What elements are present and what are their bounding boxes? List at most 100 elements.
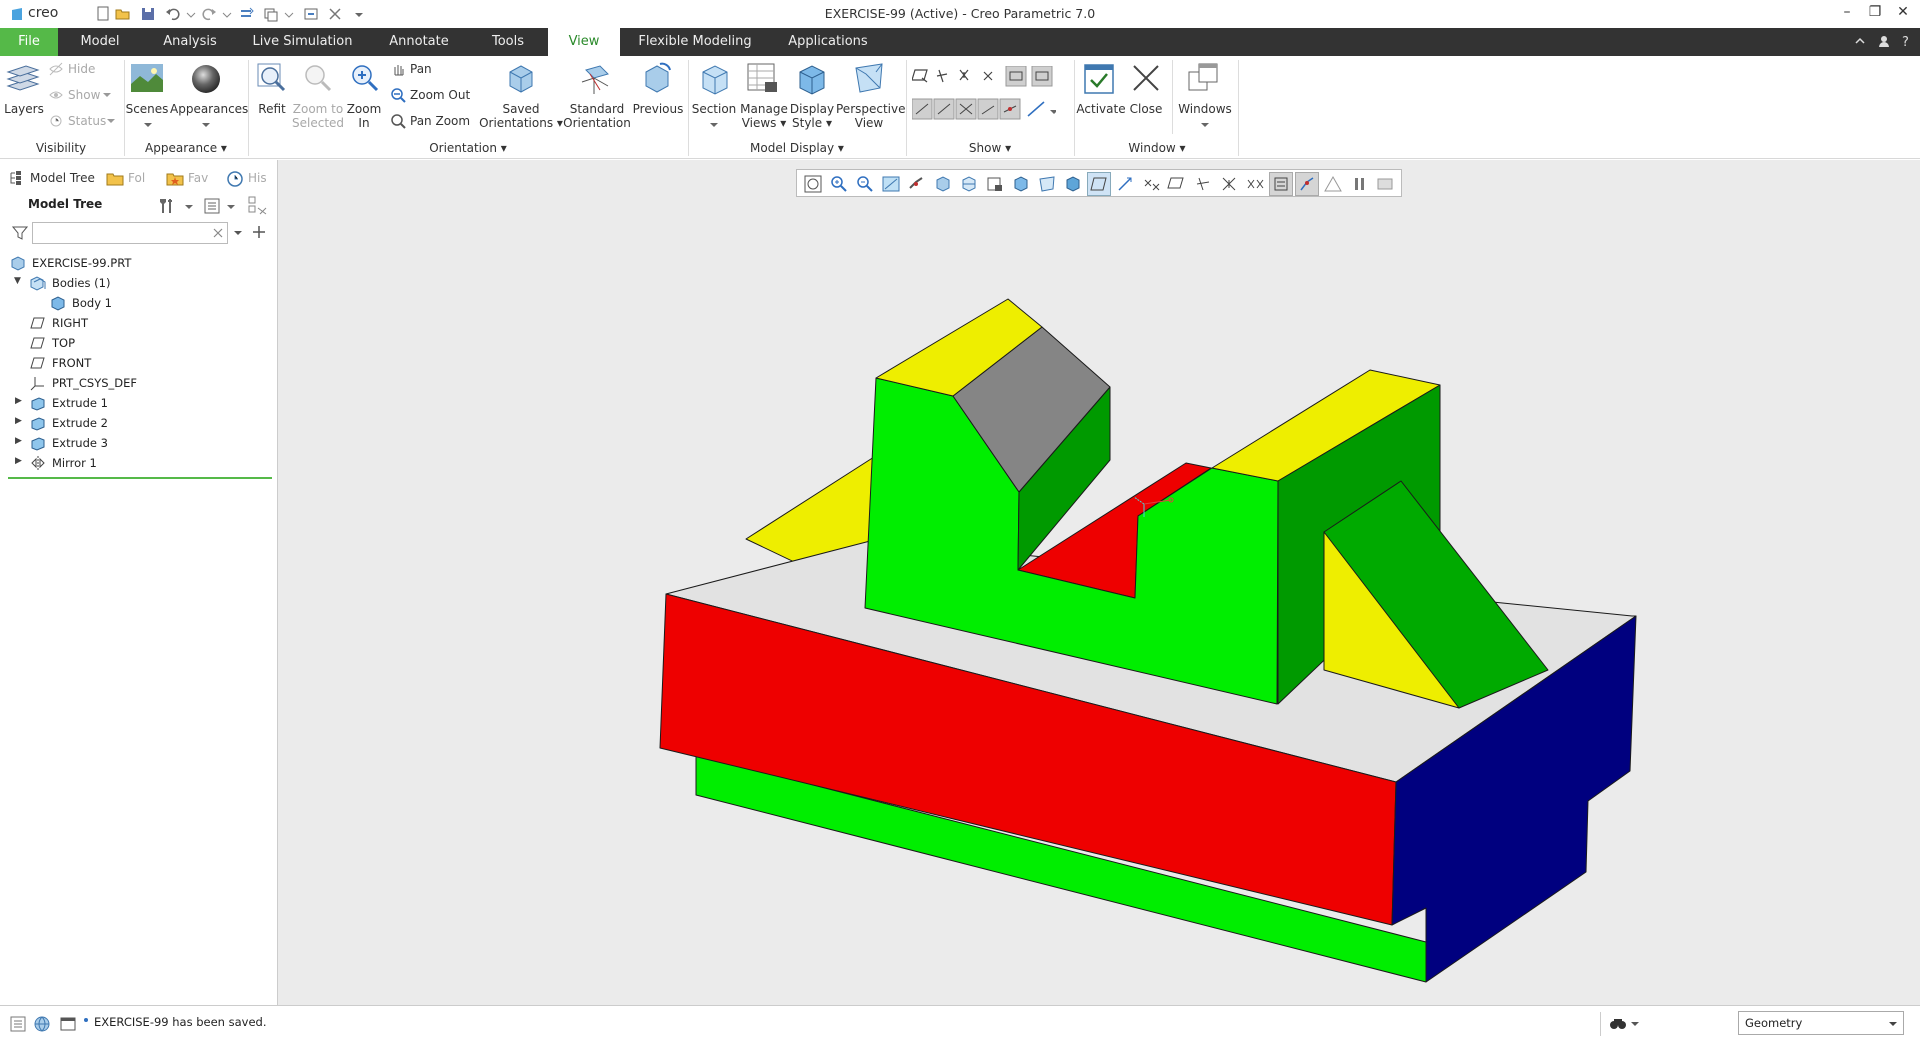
- user-icon[interactable]: [1876, 33, 1892, 49]
- close-icon[interactable]: [1130, 62, 1164, 96]
- pan-zoom-icon[interactable]: [390, 113, 406, 129]
- tree-item[interactable]: Extrude 3: [52, 434, 108, 452]
- layers-icon[interactable]: [6, 62, 40, 96]
- expand-toggle-icon[interactable]: ▶: [15, 436, 22, 446]
- tree-item[interactable]: RIGHT: [52, 314, 88, 332]
- perspective-view-label[interactable]: Perspective View: [836, 102, 906, 130]
- tab-file[interactable]: File: [0, 28, 58, 56]
- full-screen-icon[interactable]: [59, 1015, 77, 1033]
- settings-icon[interactable]: [158, 196, 178, 216]
- perspective-view-icon[interactable]: [852, 60, 886, 98]
- show-group-label[interactable]: Show ▾: [908, 141, 1072, 155]
- clear-search-icon[interactable]: [212, 227, 224, 239]
- model-display-group-label[interactable]: Model Display ▾: [690, 141, 904, 155]
- show-icon[interactable]: [48, 87, 64, 103]
- tab-analysis[interactable]: Analysis: [155, 28, 225, 56]
- saved-orientations-icon[interactable]: [504, 60, 538, 98]
- tab-flexible-modeling[interactable]: Flexible Modeling: [630, 28, 760, 56]
- previous-icon[interactable]: [640, 60, 674, 98]
- refit-label[interactable]: Refit: [252, 102, 292, 116]
- appearances-dropdown-icon[interactable]: [201, 120, 211, 130]
- zoom-in-label[interactable]: Zoom In: [344, 102, 384, 130]
- manage-views-label[interactable]: Manage Views ▾: [738, 102, 790, 130]
- section-label[interactable]: Section: [690, 102, 738, 116]
- tree-item[interactable]: Body 1: [72, 294, 112, 312]
- filter-icon[interactable]: [12, 225, 28, 241]
- show-dropdown-icon[interactable]: [102, 90, 112, 100]
- tab-annotate[interactable]: Annotate: [380, 28, 458, 56]
- appearances-label[interactable]: Appearances: [170, 102, 248, 116]
- refit-icon[interactable]: [256, 62, 288, 96]
- tab-applications[interactable]: Applications: [780, 28, 876, 56]
- show-list-icon[interactable]: [202, 196, 222, 216]
- expand-toggle-icon[interactable]: ▶: [15, 456, 22, 466]
- window-group-label[interactable]: Window ▾: [1076, 141, 1238, 155]
- tree-item[interactable]: PRT_CSYS_DEF: [52, 374, 137, 392]
- orientation-group-label[interactable]: Orientation ▾: [250, 141, 686, 155]
- tab-model[interactable]: Model: [70, 28, 130, 56]
- scenes-dropdown-icon[interactable]: [143, 120, 153, 130]
- navigator-toggle-icon[interactable]: [9, 1015, 27, 1033]
- pan-icon[interactable]: [390, 61, 406, 77]
- zoom-in-icon[interactable]: [349, 62, 381, 96]
- settings-dropdown-icon[interactable]: [184, 202, 194, 212]
- tab-view[interactable]: View: [548, 28, 620, 56]
- selection-filter-dropdown[interactable]: Geometry: [1738, 1011, 1904, 1035]
- section-dropdown-icon[interactable]: [709, 120, 719, 130]
- search-dropdown-icon[interactable]: [233, 228, 243, 238]
- tree-columns-icon[interactable]: [246, 194, 270, 218]
- pan-label[interactable]: Pan: [410, 62, 432, 76]
- model-tree-tab-icon[interactable]: [8, 170, 24, 186]
- tree-item[interactable]: FRONT: [52, 354, 91, 372]
- tab-live-simulation[interactable]: Live Simulation: [250, 28, 355, 56]
- tree-item[interactable]: EXERCISE-99.PRT: [32, 254, 131, 272]
- tab-folder-browser[interactable]: Fol: [128, 168, 145, 188]
- scenes-label[interactable]: Scenes: [124, 102, 170, 116]
- saved-orientations-label[interactable]: Saved Orientations ▾: [478, 102, 564, 130]
- 3d-model-render[interactable]: [278, 160, 1920, 1005]
- tab-favorites[interactable]: Fav: [188, 168, 208, 188]
- windows-label[interactable]: Windows: [1174, 102, 1236, 116]
- find-dropdown-icon[interactable]: [1630, 1019, 1640, 1029]
- hide-icon[interactable]: [48, 61, 64, 77]
- show-list-dropdown-icon[interactable]: [226, 202, 236, 212]
- zoom-to-selected-label[interactable]: Zoom to Selected: [292, 102, 344, 130]
- tree-item[interactable]: Extrude 2: [52, 414, 108, 432]
- close-button[interactable]: ✕: [1892, 4, 1914, 24]
- restore-button[interactable]: ❐: [1864, 4, 1886, 24]
- activate-label[interactable]: Activate: [1074, 102, 1128, 116]
- insert-here-marker[interactable]: [8, 477, 272, 479]
- history-tab-icon[interactable]: [226, 170, 244, 188]
- windows-dropdown-icon[interactable]: [1200, 120, 1210, 130]
- tree-item[interactable]: TOP: [52, 334, 75, 352]
- minimize-button[interactable]: –: [1836, 4, 1858, 24]
- tab-tools[interactable]: Tools: [482, 28, 534, 56]
- expand-toggle-icon[interactable]: ▶: [15, 396, 22, 406]
- windows-icon-large[interactable]: [1187, 62, 1221, 96]
- help-icon[interactable]: ?: [1898, 33, 1914, 49]
- tab-history[interactable]: His: [248, 168, 267, 188]
- close-label[interactable]: Close: [1124, 102, 1168, 116]
- display-style-icon[interactable]: [794, 60, 828, 98]
- zoom-out-label[interactable]: Zoom Out: [410, 88, 470, 102]
- status-icon[interactable]: [48, 113, 64, 129]
- pan-zoom-label[interactable]: Pan Zoom: [410, 114, 470, 128]
- find-icon[interactable]: [1608, 1015, 1628, 1033]
- minimize-ribbon-icon[interactable]: [1852, 33, 1868, 49]
- layers-label[interactable]: Layers: [4, 102, 44, 116]
- status-label[interactable]: Status: [68, 114, 106, 128]
- activate-icon[interactable]: [1083, 62, 1117, 96]
- standard-orientation-icon[interactable]: [578, 60, 612, 98]
- status-dropdown-icon[interactable]: [106, 116, 116, 126]
- previous-label[interactable]: Previous: [632, 102, 684, 116]
- scenes-icon[interactable]: [130, 62, 164, 96]
- search-input[interactable]: [32, 222, 228, 244]
- manage-views-icon[interactable]: [745, 60, 779, 98]
- browser-toggle-icon[interactable]: [33, 1015, 51, 1033]
- appearance-group-label[interactable]: Appearance ▾: [126, 141, 246, 155]
- graphics-window[interactable]: [278, 160, 1920, 1005]
- hide-label[interactable]: Hide: [68, 62, 95, 76]
- folder-browser-tab-icon[interactable]: [106, 170, 124, 186]
- tree-item[interactable]: Bodies (1): [52, 274, 110, 292]
- add-filter-icon[interactable]: [252, 225, 266, 239]
